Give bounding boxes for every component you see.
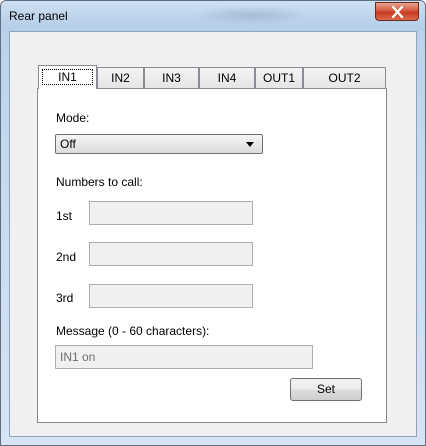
numbers-to-call-label: Numbers to call: (56, 175, 143, 189)
chevron-down-icon (246, 142, 254, 147)
message-field[interactable]: IN1 on (55, 345, 313, 369)
tab-out2[interactable]: OUT2 (303, 67, 386, 88)
first-number-field[interactable] (89, 201, 253, 225)
tab-in4[interactable]: IN4 (199, 67, 255, 88)
tab-focus-ring: IN1 (42, 69, 93, 85)
message-label: Message (0 - 60 characters): (56, 324, 210, 338)
tab-label: IN1 (58, 70, 77, 84)
window-title: Rear panel (9, 9, 68, 23)
mode-select[interactable]: Off (55, 134, 263, 154)
third-number-field[interactable] (89, 284, 253, 308)
title-bar[interactable]: Rear panel (1, 1, 425, 31)
close-button[interactable] (375, 2, 419, 21)
tab-label: OUT1 (262, 71, 295, 85)
set-button[interactable]: Set (290, 378, 362, 401)
tab-in3[interactable]: IN3 (144, 67, 199, 88)
title-bar-glass (191, 5, 311, 25)
tab-label: IN2 (111, 71, 130, 85)
third-number-label: 3rd (56, 291, 74, 305)
tab-in2[interactable]: IN2 (97, 67, 144, 88)
mode-label: Mode: (56, 111, 90, 125)
tab-label: OUT2 (328, 71, 361, 85)
tab-in1[interactable]: IN1 (38, 65, 97, 89)
close-icon (391, 6, 404, 18)
first-number-label: 1st (56, 209, 73, 223)
mode-select-value: Off (60, 137, 76, 151)
second-number-field[interactable] (89, 242, 253, 266)
tab-label: IN4 (217, 71, 237, 85)
second-number-label: 2nd (56, 250, 77, 264)
tab-label: IN3 (162, 71, 181, 85)
tab-out1[interactable]: OUT1 (255, 67, 303, 88)
